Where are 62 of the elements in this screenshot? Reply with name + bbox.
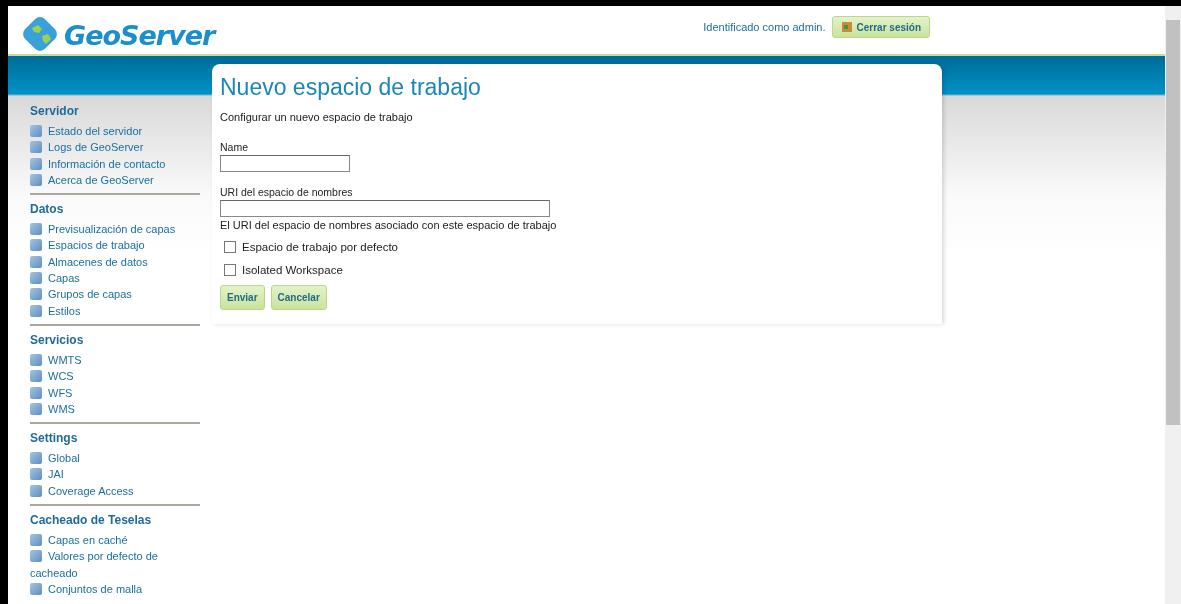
sidebar-item[interactable]: WFS — [30, 384, 200, 401]
item-icon — [30, 272, 42, 285]
sidebar-item[interactable]: Información de contacto — [30, 155, 200, 172]
sidebar-item[interactable]: Coverage Access — [30, 482, 200, 500]
field-help: El URI del espacio de nombres asociado con este espacio de trabajo — [220, 219, 558, 231]
sidebar-section-title: Settings — [30, 431, 79, 446]
sidebar-section-title: Servidor — [30, 104, 80, 118]
form-button[interactable]: Enviar — [220, 285, 265, 310]
sidebar-item[interactable]: Valores por defecto de cacheado — [30, 548, 200, 581]
item-icon — [30, 157, 42, 170]
item-icon — [30, 402, 42, 415]
item-icon — [30, 239, 42, 252]
page-description: Configurar un nuevo espacio de trabajo — [220, 111, 414, 123]
item-icon — [30, 255, 42, 268]
sidebar-item[interactable]: Estilos — [30, 302, 200, 319]
item-icon — [30, 223, 42, 236]
sidebar-section-title: Datos — [30, 202, 65, 217]
item-icon — [30, 452, 42, 465]
input-field[interactable] — [220, 200, 550, 217]
item-icon — [30, 370, 42, 383]
checkbox[interactable] — [224, 264, 236, 276]
item-icon — [30, 550, 42, 563]
sidebar-section-title: Servicios — [30, 332, 85, 347]
sidebar-item[interactable]: WMS — [30, 400, 200, 418]
page-title: Nuevo espacio de trabajo — [220, 74, 482, 101]
sidebar-item[interactable]: Espacios de trabajo — [30, 237, 200, 254]
checkbox-label: Espacio de trabajo por defecto — [242, 241, 398, 253]
sidebar-item[interactable]: Estado del servidor — [30, 123, 200, 140]
sidebar-item[interactable]: Logs de GeoServer — [30, 139, 200, 156]
checkbox[interactable] — [224, 241, 236, 253]
scrollbar[interactable] — [1165, 6, 1181, 604]
sidebar-item[interactable]: Almacenes de datos — [30, 253, 200, 271]
sidebar-item[interactable]: Grupos de capas — [30, 286, 200, 303]
item-icon — [30, 386, 42, 399]
item-icon — [30, 484, 42, 497]
item-icon — [30, 534, 42, 547]
sidebar-item[interactable]: Conjuntos de malla — [30, 580, 200, 598]
sidebar-item[interactable]: Acerca de GeoServer — [30, 171, 200, 189]
checkbox-label: Isolated Workspace — [242, 264, 343, 276]
item-icon — [30, 582, 42, 595]
sidebar-item[interactable]: Global — [30, 450, 200, 467]
sidebar-section-title: Cacheado de Teselas — [30, 513, 153, 528]
sidebar-item[interactable]: Capas en caché — [30, 532, 200, 549]
sidebar-item[interactable]: WMTS — [30, 351, 200, 369]
input-field[interactable] — [220, 155, 350, 172]
item-icon — [30, 353, 42, 366]
sidebar-item[interactable]: Previsualización de capas — [30, 221, 200, 238]
item-icon — [30, 141, 42, 154]
login-status: Identificado como admin. — [703, 20, 826, 33]
field-label: URI del espacio de nombres — [220, 186, 354, 198]
item-icon — [30, 288, 42, 301]
item-icon — [30, 468, 42, 481]
field-label: Name — [220, 141, 249, 153]
logo-text: GeoServer — [64, 18, 215, 51]
logout-button[interactable]: Cerrar sesión — [831, 16, 930, 38]
form-button[interactable]: Cancelar — [270, 285, 327, 310]
item-icon — [30, 125, 42, 137]
item-icon — [30, 304, 42, 317]
item-icon — [30, 173, 42, 186]
sidebar-item[interactable]: Capas — [30, 270, 200, 287]
sidebar-item[interactable]: WCS — [30, 368, 200, 385]
sidebar-item[interactable]: JAI — [30, 466, 200, 483]
